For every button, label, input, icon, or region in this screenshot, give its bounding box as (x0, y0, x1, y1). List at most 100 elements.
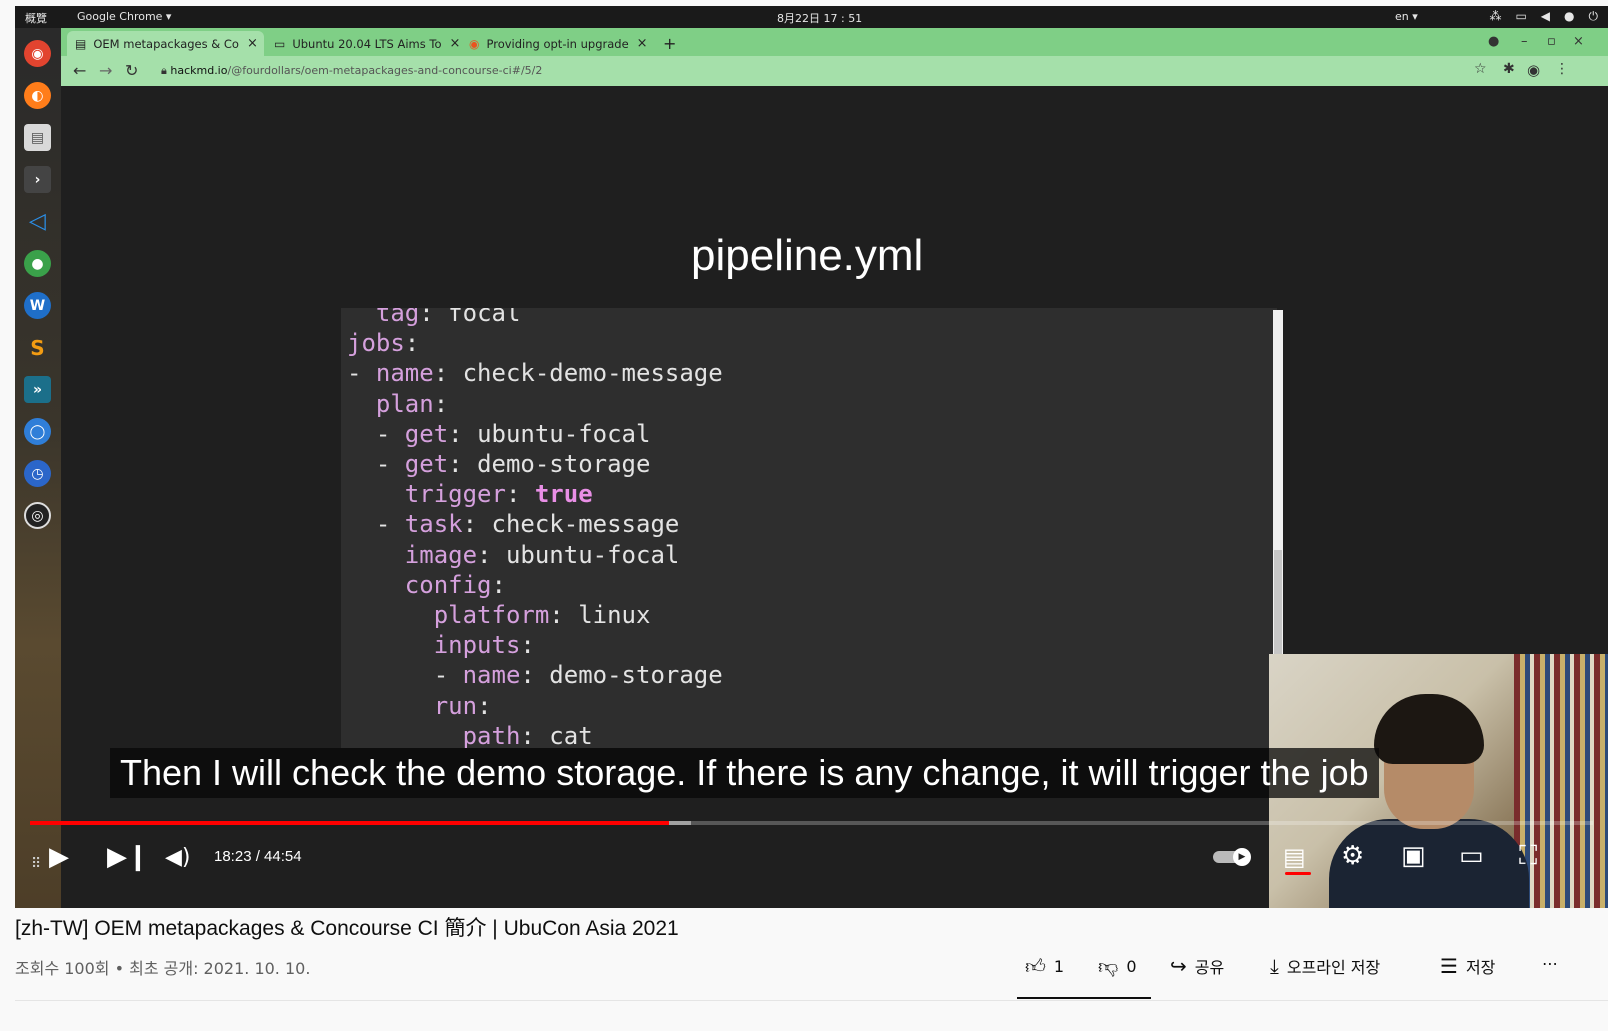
code-separator: : (462, 510, 492, 539)
code-indent: - (347, 359, 376, 388)
desktop-top-bar: 概覽 Google Chrome ▾ 8月22日 17 : 51 en ▾ ⁂ … (15, 6, 1608, 28)
code-value: true (534, 480, 593, 509)
activities-button[interactable]: 概覽 (25, 10, 47, 26)
code-key: config (404, 570, 492, 599)
close-tab-icon[interactable]: × (450, 36, 460, 51)
messaging-icon[interactable]: ◯ (24, 418, 51, 445)
reload-icon[interactable]: ↻ (125, 61, 138, 80)
back-icon[interactable]: ← (73, 61, 86, 80)
code-key: task (404, 510, 463, 539)
code-line: path: cat (347, 721, 593, 748)
firefox-icon[interactable]: ◐ (24, 82, 51, 109)
next-icon[interactable]: ▶❙ (107, 842, 149, 872)
autoplay-toggle[interactable]: ▶ (1213, 848, 1257, 866)
code-value: ubuntu-focal (505, 540, 680, 569)
code-separator: : (433, 389, 449, 418)
subtitles-active-indicator (1285, 872, 1311, 875)
download-icon: ⤓ (1270, 954, 1279, 978)
download-button[interactable]: ⤓ 오프라인 저장 (1270, 954, 1380, 978)
seek-bar[interactable] (30, 821, 1593, 825)
like-count: 1 (1053, 957, 1065, 976)
slide-title: pipeline.yml (691, 231, 924, 280)
tab-opt-in-upgrade[interactable]: ◉ Providing opt-in upgrade × (461, 31, 651, 56)
sublime-text-icon[interactable]: S (24, 334, 51, 361)
restore-icon[interactable]: ▫ (1547, 34, 1556, 49)
dislike-button[interactable]: 👎︎ 0 (1098, 954, 1137, 979)
play-icon[interactable]: ▶ (49, 842, 69, 872)
theater-mode-icon[interactable]: ▭ (1459, 841, 1484, 871)
profile-icon[interactable]: ● (1488, 34, 1499, 49)
thumbs-down-icon: 👎︎ (1098, 954, 1119, 978)
like-button[interactable]: 👍︎ 1 (1025, 954, 1064, 979)
avatar[interactable]: ◉ (1527, 61, 1540, 79)
code-key: image (404, 540, 478, 569)
code-line: image: ubuntu-focal (347, 540, 680, 570)
code-line: jobs: (347, 328, 419, 358)
language-indicator[interactable]: en ▾ (1395, 10, 1418, 23)
fullscreen-icon[interactable]: ⛶ (1519, 841, 1537, 871)
clock[interactable]: 8月22日 17 : 51 (777, 10, 862, 26)
code-line: trigger: true (347, 479, 593, 509)
remote-desktop-icon[interactable]: » (24, 376, 51, 403)
settings-gear-icon[interactable]: ⚙ (1341, 841, 1364, 871)
more-actions-button[interactable]: ⋯ (1542, 954, 1558, 973)
display-icon[interactable]: ▭ (1515, 9, 1526, 24)
video-title: [zh-TW] OEM metapackages & Concourse CI … (15, 917, 679, 940)
minimize-icon[interactable]: – (1521, 34, 1528, 49)
code-key: platform (433, 601, 550, 629)
address-bar[interactable]: 🔒︎ hackmd.io/@fourdollars/oem-metapackag… (161, 60, 1461, 82)
power-icon[interactable]: ⏻ (1589, 9, 1599, 24)
lock-icon: 🔒︎ (161, 64, 171, 77)
volume-icon[interactable]: ◀) (165, 843, 191, 873)
chrome-icon[interactable]: ◉ (24, 40, 51, 67)
document-icon: ▤ (75, 36, 87, 51)
tab-ubuntu-2004[interactable]: ▭ Ubuntu 20.04 LTS Aims To × (266, 31, 459, 56)
terminal-icon[interactable]: › (24, 166, 51, 193)
divider (15, 1000, 1608, 1001)
forward-icon[interactable]: → (99, 61, 112, 80)
drag-handle-icon[interactable]: ⠿ (31, 849, 41, 879)
video-player[interactable]: 概覽 Google Chrome ▾ 8月22日 17 : 51 en ▾ ⁂ … (15, 6, 1608, 908)
close-window-icon[interactable]: × (1573, 34, 1584, 49)
app-menu[interactable]: Google Chrome ▾ (77, 10, 171, 23)
code-value: linux (578, 601, 651, 629)
tab-label: Ubuntu 20.04 LTS Aims To (292, 36, 442, 51)
code-separator: : (433, 359, 463, 388)
extensions-icon[interactable]: ✱ (1503, 61, 1515, 77)
browser-tab-strip: ▤ OEM metapackages & Co × ▭ Ubuntu 20.04… (61, 28, 1608, 56)
code-value: demo-storage (549, 661, 723, 690)
word-processor-icon[interactable]: W (24, 292, 51, 319)
subtitle-caption: Then I will check the demo storage. If t… (110, 748, 1379, 798)
subtitles-icon[interactable]: ▤ (1283, 842, 1306, 872)
tab-oem-metapackages[interactable]: ▤ OEM metapackages & Co × (67, 31, 264, 56)
microphone-icon[interactable]: ● (1564, 9, 1574, 24)
download-label: 오프라인 저장 (1286, 958, 1381, 977)
code-line: - get: ubuntu-focal (347, 419, 651, 449)
code-line: - name: demo-storage (347, 660, 723, 690)
chat-app-icon[interactable]: ● (24, 250, 51, 277)
bookmark-star-icon[interactable]: ☆ (1474, 61, 1487, 77)
code-key: name (462, 661, 521, 690)
vscode-icon[interactable]: ◁ (24, 208, 51, 235)
files-icon[interactable]: ▤ (24, 124, 51, 151)
dislike-count: 0 (1126, 957, 1137, 976)
save-button[interactable]: ☰ 저장 (1440, 954, 1495, 978)
share-button[interactable]: ↪ 공유 (1170, 954, 1224, 978)
close-tab-icon[interactable]: × (247, 36, 258, 51)
new-tab-button[interactable]: + (655, 31, 685, 56)
code-indent: - (347, 419, 405, 448)
volume-icon[interactable]: ◀ (1541, 9, 1550, 24)
network-icon[interactable]: ⁂ (1489, 9, 1501, 24)
close-tab-icon[interactable]: × (637, 36, 648, 51)
menu-icon[interactable]: ⋮ (1555, 61, 1569, 77)
playlist-add-icon: ☰ (1440, 954, 1458, 978)
timer-icon[interactable]: ◷ (24, 460, 51, 487)
obs-icon[interactable]: ◎ (24, 502, 51, 529)
miniplayer-icon[interactable]: ▣ (1401, 841, 1426, 871)
code-value: focal (448, 308, 521, 327)
